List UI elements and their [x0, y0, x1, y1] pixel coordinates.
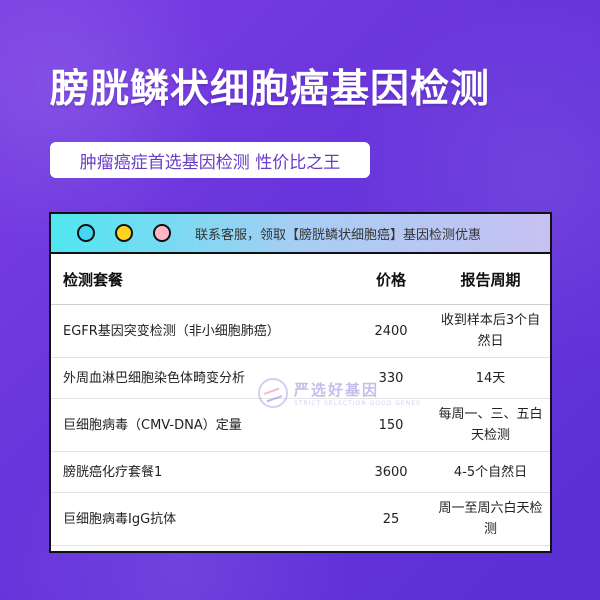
report-period: 14天 — [431, 357, 550, 399]
package-price: 2400 — [351, 304, 431, 358]
window-title-bar: 联系客服，领取【膀胱鳞状细胞癌】基因检测优惠 — [51, 214, 550, 254]
package-price: 3600 — [351, 451, 431, 493]
header-package: 检测套餐 — [51, 254, 351, 305]
window-dot-cyan — [77, 224, 95, 242]
report-period: 周一至周六白天检测 — [431, 492, 550, 546]
table-row[interactable]: 巨细胞病毒IgG抗体 25 周一至周六白天检测 — [51, 492, 550, 546]
package-price: 150 — [351, 398, 431, 452]
report-period: 收到样本后3个自然日 — [431, 304, 550, 358]
package-price: 330 — [351, 357, 431, 399]
subtitle-text: 肿瘤癌症首选基因检测 性价比之王 — [79, 152, 341, 173]
subtitle-banner: 肿瘤癌症首选基因检测 性价比之王 — [50, 142, 370, 178]
window-dot-pink — [153, 224, 171, 242]
package-name: 膀胱癌化疗套餐1 — [51, 451, 351, 493]
table-row[interactable]: 膀胱癌化疗套餐1 3600 4-5个自然日 — [51, 451, 550, 493]
table-header-row: 检测套餐 价格 报告周期 — [51, 254, 550, 305]
report-period: 每周一、三、五白天检测 — [431, 398, 550, 452]
package-name: 巨细胞病毒IgG抗体 — [51, 492, 351, 546]
table-row[interactable]: 巨细胞病毒（CMV-DNA）定量 150 每周一、三、五白天检测 — [51, 398, 550, 452]
package-price: 25 — [351, 492, 431, 546]
window-dot-yellow — [115, 224, 133, 242]
page-title: 膀胱鳞状细胞癌基因检测 — [50, 67, 491, 112]
pricing-window: 联系客服，领取【膀胱鳞状细胞癌】基因检测优惠 检测套餐 价格 报告周期 EGFR… — [49, 212, 552, 553]
table-row[interactable]: 外周血淋巴细胞染色体畸变分析 330 14天 — [51, 357, 550, 399]
pricing-table: 检测套餐 价格 报告周期 EGFR基因突变检测（非小细胞肺癌） 2400 收到样… — [51, 254, 550, 546]
header-period: 报告周期 — [431, 254, 550, 305]
package-name: EGFR基因突变检测（非小细胞肺癌） — [51, 304, 351, 358]
header-price: 价格 — [351, 254, 431, 305]
report-period: 4-5个自然日 — [431, 451, 550, 493]
contact-service-link[interactable]: 联系客服，领取【膀胱鳞状细胞癌】基因检测优惠 — [195, 224, 481, 243]
table-row[interactable]: EGFR基因突变检测（非小细胞肺癌） 2400 收到样本后3个自然日 — [51, 304, 550, 358]
package-name: 外周血淋巴细胞染色体畸变分析 — [51, 357, 351, 399]
package-name: 巨细胞病毒（CMV-DNA）定量 — [51, 398, 351, 452]
